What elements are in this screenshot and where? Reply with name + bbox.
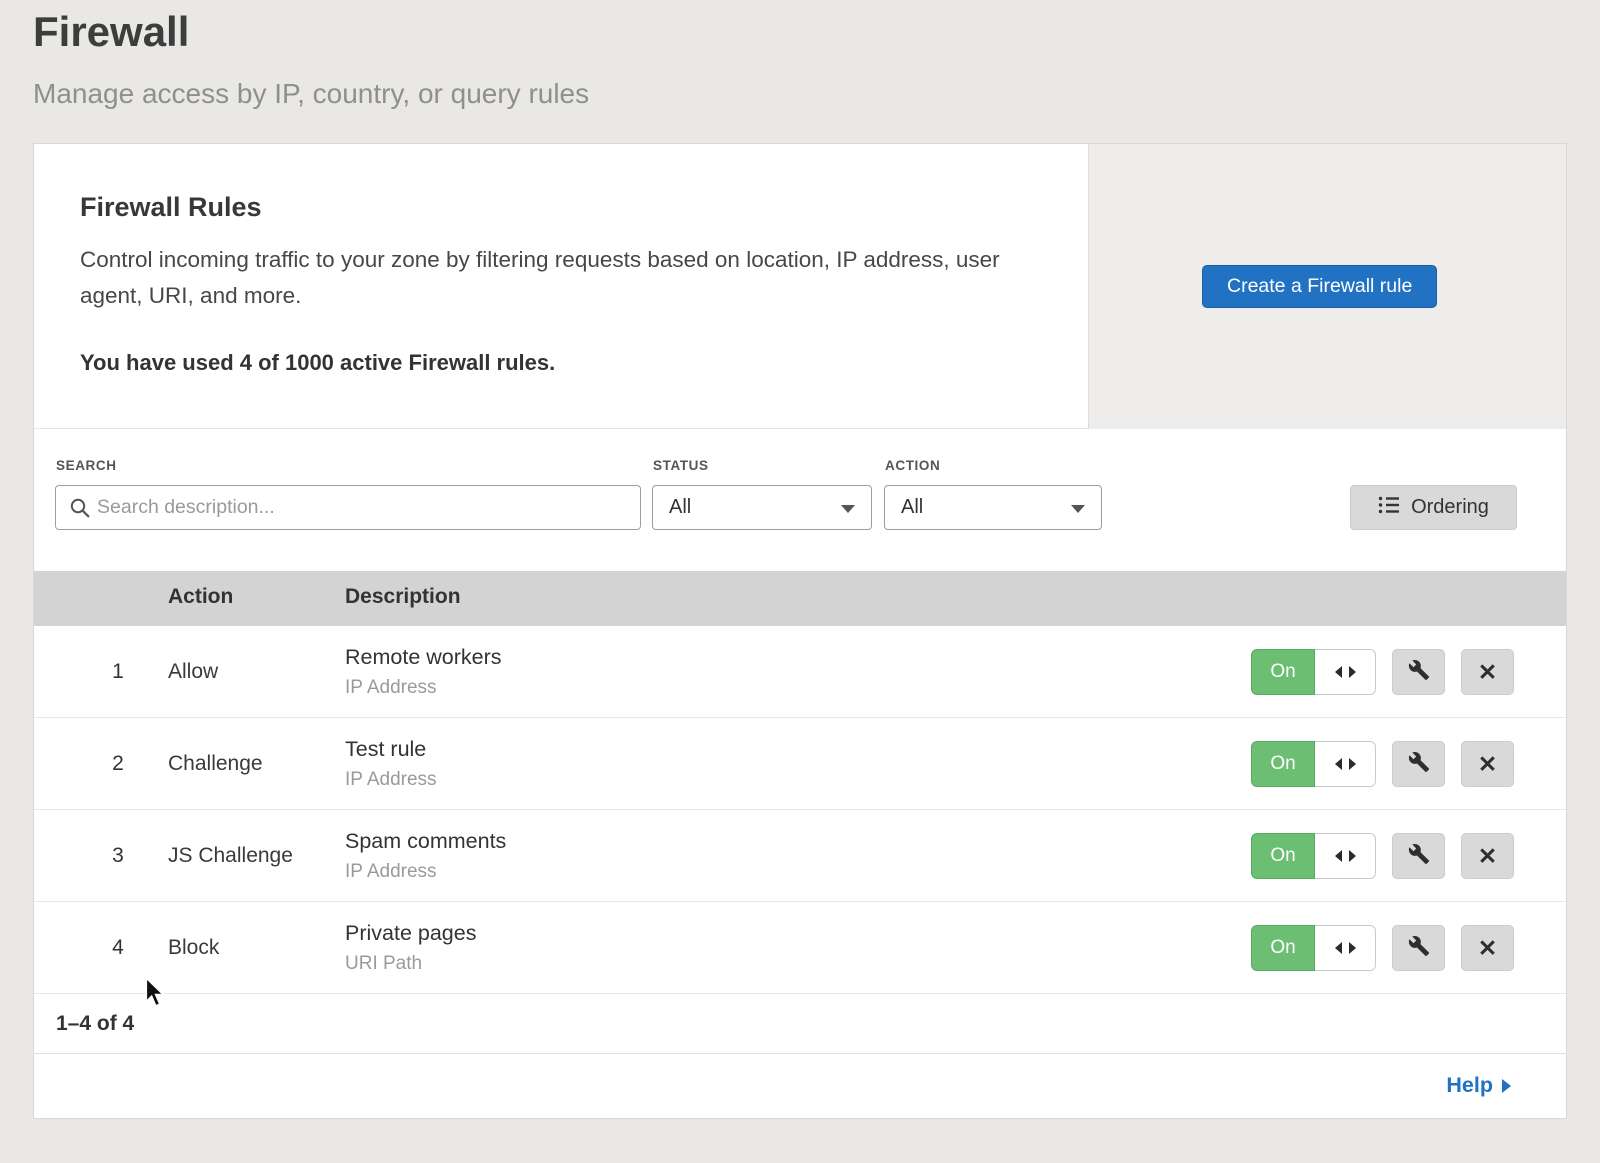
rule-title: Remote workers xyxy=(345,645,502,670)
toggle-arrows-icon[interactable] xyxy=(1315,741,1376,787)
edit-rule-button[interactable] xyxy=(1392,649,1445,695)
rule-number: 1 xyxy=(100,626,136,717)
close-icon: ✕ xyxy=(1478,751,1497,778)
delete-rule-button[interactable]: ✕ xyxy=(1461,925,1514,971)
rule-action: Allow xyxy=(168,626,218,717)
status-select-value: All xyxy=(669,496,691,519)
rule-number: 2 xyxy=(100,718,136,809)
wrench-icon xyxy=(1408,659,1430,686)
chevron-down-icon xyxy=(841,505,855,513)
search-input[interactable] xyxy=(91,486,640,529)
column-header-description: Description xyxy=(345,585,461,609)
rule-toggle[interactable]: On xyxy=(1251,649,1376,695)
rule-title: Test rule xyxy=(345,737,437,762)
column-header-action: Action xyxy=(168,585,233,609)
rule-type: IP Address xyxy=(345,861,506,883)
delete-rule-button[interactable]: ✕ xyxy=(1461,649,1514,695)
rule-description: Spam comments IP Address xyxy=(345,810,506,901)
firewall-rules-usage: You have used 4 of 1000 active Firewall … xyxy=(80,350,555,376)
toggle-arrows-icon[interactable] xyxy=(1315,833,1376,879)
page-subtitle: Manage access by IP, country, or query r… xyxy=(33,78,589,110)
wrench-icon xyxy=(1408,751,1430,778)
rule-type: IP Address xyxy=(345,769,437,791)
action-select[interactable]: All xyxy=(884,485,1102,530)
action-label: ACTION xyxy=(885,458,940,473)
rule-description: Remote workers IP Address xyxy=(345,626,502,717)
action-select-value: All xyxy=(901,496,923,519)
rule-title: Spam comments xyxy=(345,829,506,854)
rule-toggle[interactable]: On xyxy=(1251,925,1376,971)
rule-action: Challenge xyxy=(168,718,263,809)
close-icon: ✕ xyxy=(1478,659,1497,686)
arrow-right-icon xyxy=(1502,1079,1511,1093)
firewall-card: Create a Firewall rule Firewall Rules Co… xyxy=(33,143,1567,1119)
edit-rule-button[interactable] xyxy=(1392,833,1445,879)
rule-type: URI Path xyxy=(345,953,476,975)
page-title: Firewall xyxy=(33,8,189,56)
wrench-icon xyxy=(1408,935,1430,962)
ordering-button[interactable]: Ordering xyxy=(1350,485,1517,530)
rule-number: 4 xyxy=(100,902,136,993)
rule-title: Private pages xyxy=(345,921,476,946)
help-link[interactable]: Help xyxy=(1446,1073,1511,1098)
pagination-bar: 1–4 of 4 xyxy=(34,994,1566,1054)
status-label: STATUS xyxy=(653,458,709,473)
ordering-button-label: Ordering xyxy=(1411,496,1489,519)
pagination-text: 1–4 of 4 xyxy=(56,1012,134,1036)
close-icon: ✕ xyxy=(1478,843,1497,870)
toggle-on-label[interactable]: On xyxy=(1251,833,1315,879)
toggle-arrows-icon[interactable] xyxy=(1315,649,1376,695)
search-label: SEARCH xyxy=(56,458,117,473)
toggle-arrows-icon[interactable] xyxy=(1315,925,1376,971)
toggle-on-label[interactable]: On xyxy=(1251,649,1315,695)
toggle-on-label[interactable]: On xyxy=(1251,741,1315,787)
help-link-label: Help xyxy=(1446,1073,1493,1098)
search-box xyxy=(55,485,641,530)
create-rule-panel: Create a Firewall rule xyxy=(1088,144,1566,429)
status-select[interactable]: All xyxy=(652,485,872,530)
table-row: 4 Block Private pages URI Path On ✕ xyxy=(34,902,1566,994)
firewall-rules-heading: Firewall Rules xyxy=(80,192,262,223)
chevron-down-icon xyxy=(1071,505,1085,513)
delete-rule-button[interactable]: ✕ xyxy=(1461,833,1514,879)
firewall-rules-panel: Create a Firewall rule Firewall Rules Co… xyxy=(34,144,1566,429)
rule-toggle[interactable]: On xyxy=(1251,741,1376,787)
search-icon xyxy=(69,497,91,519)
delete-rule-button[interactable]: ✕ xyxy=(1461,741,1514,787)
create-firewall-rule-button[interactable]: Create a Firewall rule xyxy=(1202,265,1437,308)
ordering-list-icon xyxy=(1378,495,1400,521)
rule-action: Block xyxy=(168,902,219,993)
toggle-on-label[interactable]: On xyxy=(1251,925,1315,971)
table-row: 3 JS Challenge Spam comments IP Address … xyxy=(34,810,1566,902)
edit-rule-button[interactable] xyxy=(1392,741,1445,787)
table-row: 2 Challenge Test rule IP Address On ✕ xyxy=(34,718,1566,810)
rule-number: 3 xyxy=(100,810,136,901)
help-bar: Help xyxy=(34,1054,1566,1118)
close-icon: ✕ xyxy=(1478,935,1497,962)
table-header: Action Description xyxy=(34,571,1566,626)
rule-toggle[interactable]: On xyxy=(1251,833,1376,879)
rule-description: Test rule IP Address xyxy=(345,718,437,809)
table-row: 1 Allow Remote workers IP Address On ✕ xyxy=(34,626,1566,718)
rule-action: JS Challenge xyxy=(168,810,293,901)
firewall-rules-description: Control incoming traffic to your zone by… xyxy=(80,242,1030,315)
wrench-icon xyxy=(1408,843,1430,870)
edit-rule-button[interactable] xyxy=(1392,925,1445,971)
rule-type: IP Address xyxy=(345,677,502,699)
filters-bar: SEARCH STATUS ACTION All All Ordering xyxy=(34,429,1566,571)
rule-description: Private pages URI Path xyxy=(345,902,476,993)
